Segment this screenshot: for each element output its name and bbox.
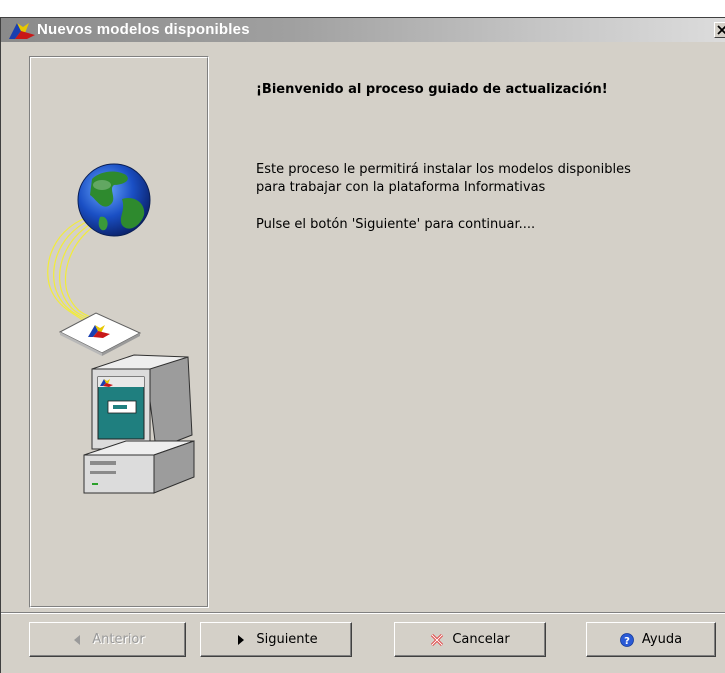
side-illustration-panel xyxy=(29,56,209,608)
description-line-2: para trabajar con la plataforma Informat… xyxy=(256,180,546,195)
description-line-1: Este proceso le permitirá instalar los m… xyxy=(256,162,631,177)
arrow-left-icon xyxy=(70,633,84,647)
network-illustration xyxy=(47,163,195,494)
ayuda-label: Ayuda xyxy=(641,632,683,647)
window-title: Nuevos modelos disponibles xyxy=(37,21,250,38)
close-button[interactable] xyxy=(714,22,725,38)
cancel-x-icon xyxy=(430,633,444,647)
svg-text:?: ? xyxy=(624,636,630,647)
close-icon xyxy=(717,25,725,35)
anterior-button[interactable]: Anterior xyxy=(29,622,186,657)
title-bar[interactable]: Nuevos modelos disponibles xyxy=(1,18,725,42)
instruction-line: Pulse el botón 'Siguiente' para continua… xyxy=(256,217,536,232)
ayuda-button[interactable]: ? Ayuda xyxy=(586,622,716,657)
siguiente-label: Siguiente xyxy=(256,632,318,647)
siguiente-button[interactable]: Siguiente xyxy=(200,622,352,657)
arrow-right-icon xyxy=(234,633,248,647)
cancelar-label: Cancelar xyxy=(452,632,510,647)
aeat-logo-icon xyxy=(9,21,35,39)
button-separator xyxy=(1,612,725,614)
dialog-window: Nuevos modelos disponibles ¡Bienvenido a… xyxy=(0,17,725,673)
cancelar-button[interactable]: Cancelar xyxy=(394,622,546,657)
document-card-icon xyxy=(58,312,142,356)
computer-icon xyxy=(83,354,195,494)
anterior-label: Anterior xyxy=(92,632,145,647)
connection-wires-icon xyxy=(47,216,107,330)
welcome-heading: ¡Bienvenido al proceso guiado de actuali… xyxy=(256,82,608,97)
help-icon: ? xyxy=(620,632,634,647)
globe-icon xyxy=(77,163,151,237)
